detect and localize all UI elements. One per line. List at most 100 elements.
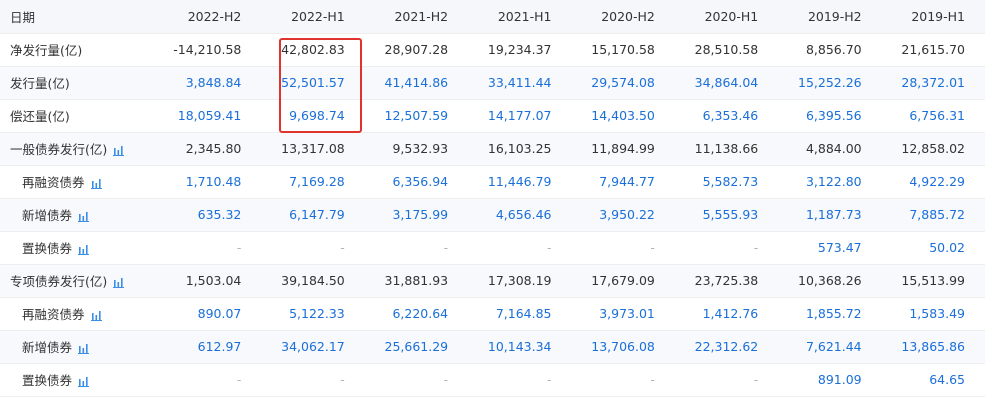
value-cell[interactable]: 41,414.86 (364, 66, 469, 100)
value-cell[interactable]: 6,756.31 (881, 99, 985, 133)
bar-chart-icon[interactable] (90, 178, 102, 189)
value-text: 8,856.70 (805, 42, 862, 57)
value-cell[interactable]: 12,507.59 (364, 99, 469, 133)
value-text: 3,973.01 (599, 306, 655, 321)
bar-chart-icon[interactable] (90, 310, 102, 321)
value-text: 7,169.28 (289, 174, 345, 189)
bar-chart-icon[interactable] (78, 343, 90, 354)
value-cell[interactable]: 1,710.48 (158, 165, 262, 199)
value-cell[interactable]: 7,164.85 (468, 297, 572, 331)
value-cell[interactable]: 3,950.22 (571, 198, 675, 232)
bar-chart-icon[interactable] (78, 376, 90, 387)
value-cell[interactable]: 3,175.99 (364, 198, 469, 232)
value-cell[interactable]: 5,582.73 (674, 165, 779, 199)
value-cell[interactable]: 13,706.08 (571, 330, 675, 364)
value-cell[interactable]: 635.32 (158, 198, 262, 232)
value-cell[interactable]: 10,143.34 (468, 330, 572, 364)
value-cell: 42,802.83 (261, 33, 365, 67)
value-text: -14,210.58 (173, 42, 242, 57)
value-cell[interactable]: 34,062.17 (261, 330, 365, 364)
value-text: - (236, 240, 242, 255)
value-text: 573.47 (817, 240, 862, 255)
value-cell: 1,503.04 (158, 264, 262, 298)
value-text: 18,059.41 (177, 108, 242, 123)
value-cell[interactable]: 64.65 (881, 363, 985, 397)
value-cell: - (468, 363, 572, 397)
value-cell[interactable]: 4,656.46 (468, 198, 572, 232)
value-cell[interactable]: 3,973.01 (571, 297, 675, 331)
value-text: 4,656.46 (495, 207, 552, 222)
table-row: 发行量(亿) 3,848.84 52,501.57 41,414.86 33,411.4… (0, 66, 985, 100)
bar-chart-icon[interactable] (113, 277, 125, 288)
value-cell[interactable]: 22,312.62 (674, 330, 779, 364)
value-cell: 17,679.09 (571, 264, 675, 298)
value-cell[interactable]: 5,122.33 (261, 297, 365, 331)
value-text: 7,621.44 (805, 339, 862, 354)
value-text: 3,848.84 (185, 75, 242, 90)
value-text: 15,513.99 (901, 273, 965, 288)
value-cell[interactable]: 11,446.79 (468, 165, 572, 199)
value-cell[interactable]: 7,885.72 (881, 198, 985, 232)
value-cell[interactable]: 28,372.01 (881, 66, 985, 100)
value-cell[interactable]: 34,864.04 (674, 66, 779, 100)
value-text: 21,615.70 (901, 42, 965, 57)
value-cell: 21,615.70 (881, 33, 985, 67)
value-cell[interactable]: 7,169.28 (261, 165, 365, 199)
value-cell[interactable]: 14,403.50 (571, 99, 675, 133)
table-row: 再融资债券 1,710.48 7,169.28 6,356.94 11,446.79 7,… (0, 165, 985, 199)
value-cell[interactable]: 890.07 (158, 297, 262, 331)
value-cell[interactable]: 3,848.84 (158, 66, 262, 100)
row-label-cell: 置换债券 (0, 231, 158, 265)
value-text: 11,894.99 (591, 141, 655, 156)
value-text: 1,503.04 (185, 273, 242, 288)
value-cell[interactable]: 50.02 (881, 231, 985, 265)
value-cell[interactable]: 14,177.07 (468, 99, 572, 133)
value-cell[interactable]: 1,583.49 (881, 297, 985, 331)
value-text: 6,353.46 (702, 108, 759, 123)
value-text: 6,220.64 (392, 306, 449, 321)
value-cell[interactable]: 3,122.80 (778, 165, 882, 199)
value-text: 635.32 (197, 207, 242, 222)
value-text: 9,532.93 (392, 141, 449, 156)
value-cell[interactable]: 25,661.29 (364, 330, 469, 364)
value-cell[interactable]: 29,574.08 (571, 66, 675, 100)
value-cell[interactable]: 33,411.44 (468, 66, 572, 100)
value-cell[interactable]: 9,698.74 (261, 99, 365, 133)
value-cell[interactable]: 6,356.94 (364, 165, 469, 199)
value-cell[interactable]: 4,922.29 (881, 165, 985, 199)
value-cell[interactable]: 1,412.76 (674, 297, 779, 331)
value-text: 13,317.08 (281, 141, 345, 156)
bond-issuance-table: 日期 2022-H2 2022-H1 2021-H2 2021-H1 2020-… (0, 0, 985, 397)
row-label: 净发行量(亿) (10, 43, 83, 58)
value-cell[interactable]: 52,501.57 (261, 66, 365, 100)
value-cell[interactable]: 15,252.26 (778, 66, 882, 100)
value-cell[interactable]: 6,147.79 (261, 198, 365, 232)
row-label: 专项债券发行(亿) (10, 274, 108, 289)
value-text: 28,907.28 (384, 42, 449, 57)
bar-chart-icon[interactable] (113, 145, 125, 156)
value-cell[interactable]: 18,059.41 (158, 99, 262, 133)
row-label-cell: 再融资债券 (0, 165, 158, 199)
value-cell[interactable]: 7,621.44 (778, 330, 882, 364)
value-cell[interactable]: 13,865.86 (881, 330, 985, 364)
value-text: 50.02 (929, 240, 965, 255)
value-cell[interactable]: 891.09 (778, 363, 882, 397)
bar-chart-icon[interactable] (78, 211, 90, 222)
value-cell[interactable]: 1,855.72 (778, 297, 882, 331)
value-cell[interactable]: 6,395.56 (778, 99, 882, 133)
value-text: 25,661.29 (384, 339, 449, 354)
value-cell[interactable]: 5,555.93 (674, 198, 779, 232)
value-cell[interactable]: 6,353.46 (674, 99, 779, 133)
value-cell[interactable]: 573.47 (778, 231, 882, 265)
value-cell: 23,725.38 (674, 264, 779, 298)
value-cell[interactable]: 1,187.73 (778, 198, 882, 232)
value-text: 28,510.58 (694, 42, 759, 57)
value-text: 41,414.86 (384, 75, 449, 90)
value-cell[interactable]: 7,944.77 (571, 165, 675, 199)
value-cell[interactable]: 6,220.64 (364, 297, 469, 331)
value-text: 14,177.07 (487, 108, 552, 123)
value-cell[interactable]: 612.97 (158, 330, 262, 364)
bar-chart-icon[interactable] (78, 244, 90, 255)
value-text: 29,574.08 (591, 75, 655, 90)
value-text: 2,345.80 (185, 141, 242, 156)
